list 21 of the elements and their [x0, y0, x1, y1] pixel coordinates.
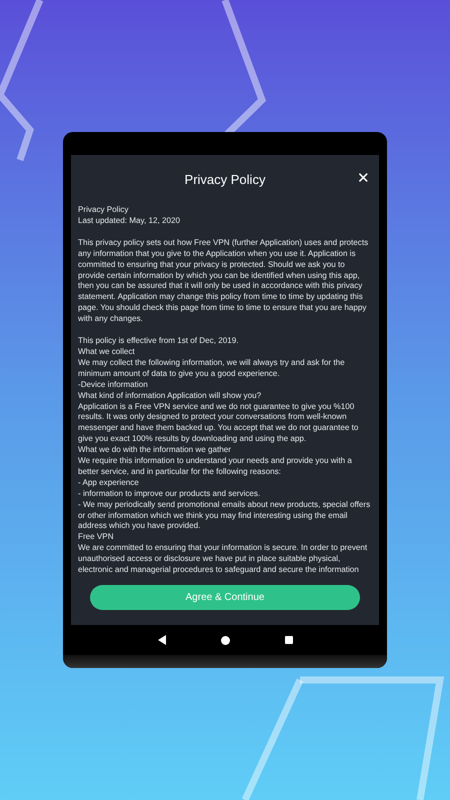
policy-text: What we collect: [78, 346, 136, 358]
policy-text: We may collect the following information, we will always try and ask for the minimum amount of data to give you a good experience.: [78, 358, 346, 380]
policy-text: What kind of information Application will show you?: [78, 390, 262, 402]
close-button[interactable]: ✕: [357, 171, 370, 186]
policy-text: What we do with the information we gather: [78, 445, 232, 456]
policy-text: We are committed to ensuring that your information is secure. In order to prevent unauthorised access or disclosure we have put in place suitable physical, electronic and managerial procedures to safeguard and secure the information: [78, 543, 368, 576]
dialog-title: Privacy Policy: [184, 171, 266, 190]
policy-text: -Device information: [78, 380, 149, 391]
policy-text: - We may periodically send promotional emails about new products, special offers or other information which we think you may find interesting using the email address which you have provided.: [78, 500, 372, 532]
back-icon[interactable]: [158, 635, 166, 645]
policy-text: Free VPN: [78, 532, 115, 544]
recents-icon[interactable]: [284, 636, 292, 644]
policy-text: - information to improve our products and services.: [78, 488, 262, 500]
policy-text: Last updated: May, 12, 2020: [78, 216, 181, 227]
policy-paragraph: This privacy policy sets out how Free VPN (further Application) uses and protects any information that you give to the Application when you use it. Application is committed to ensuring that your privacy is protected. Should we ask you to provide certain information by which you can be identified when using this app, then you can be assured that it will only be used in accordance with this privacy statement. Application may change this policy from time to time by updating this page. You should check this page from time to time to ensure that you are happy with any changes.: [78, 238, 370, 326]
policy-text: Application is a Free VPN service and we do not guarantee to give you %100 results. It was only designed to protect your conversations from well-known messenger and have them backed up. You accept that we do not guarantee to give you exact 100% results by downloading and using the app.: [78, 402, 360, 446]
policy-text: Privacy Policy: [78, 205, 130, 216]
policy-text: - App experience: [78, 478, 140, 489]
policy-text: This policy is effective from 1st of Dec, 2019.: [78, 336, 240, 347]
policy-text: We require this information to understand your needs and provide you with a better service, and in particular for the following reasons:: [78, 456, 353, 478]
home-icon[interactable]: [220, 636, 230, 644]
